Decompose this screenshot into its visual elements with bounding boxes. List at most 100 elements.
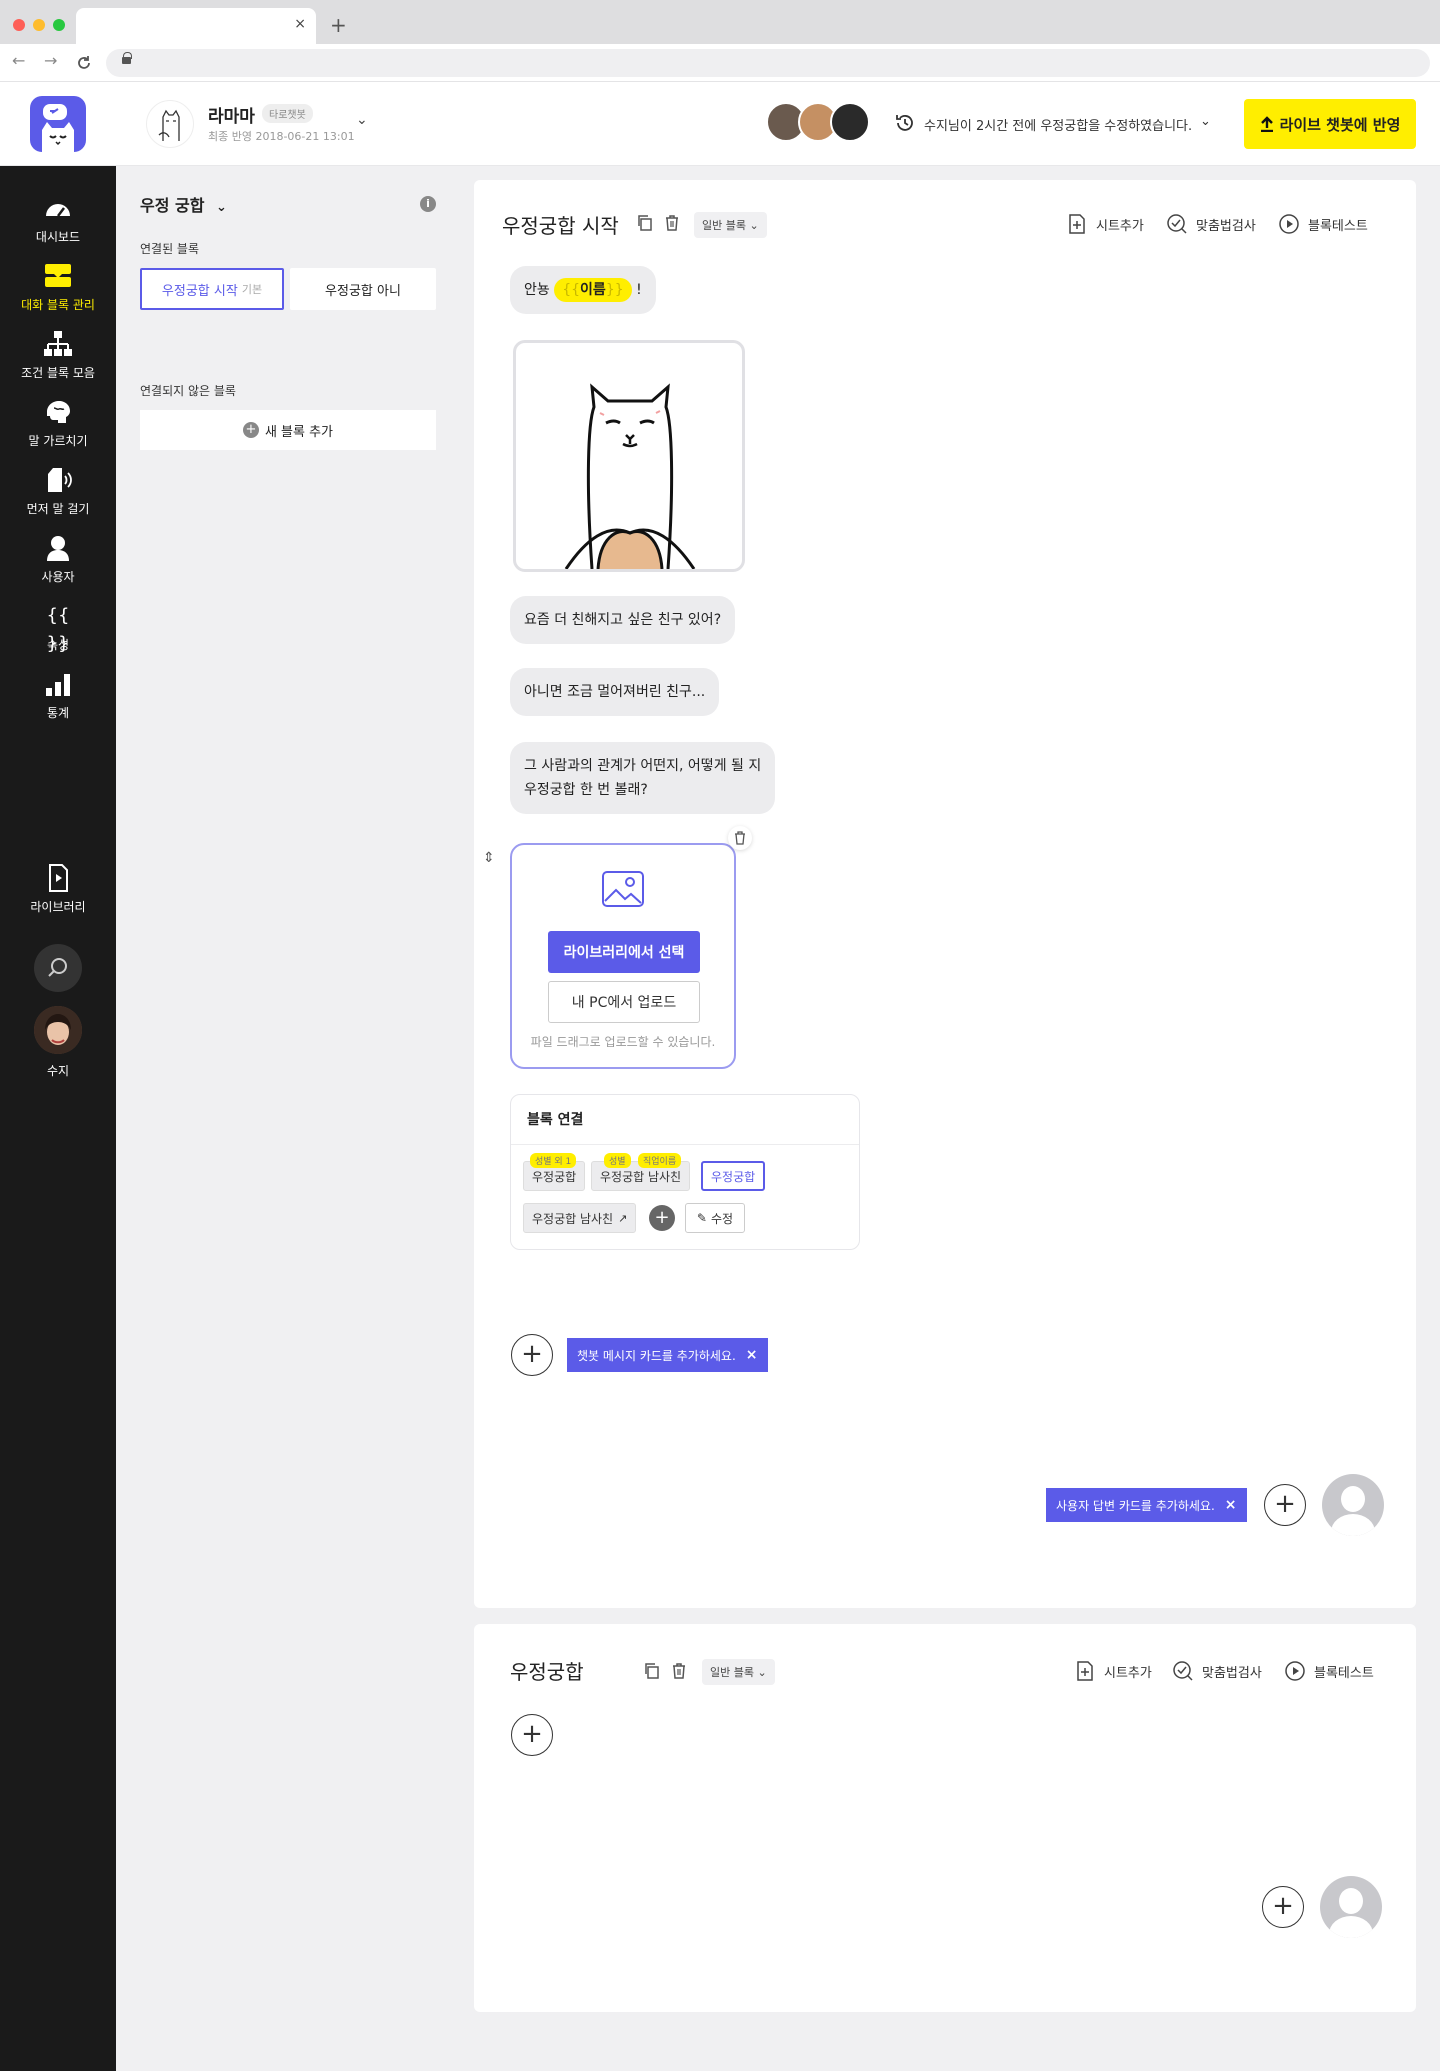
add-block-button[interactable]: + 새 블록 추가: [140, 410, 436, 450]
edit-links-button[interactable]: ✎ 수정: [685, 1203, 745, 1233]
message-bubble[interactable]: 요즘 더 친해지고 싶은 친구 있어?: [510, 596, 736, 644]
button-label: 수정: [710, 1211, 734, 1226]
message-bubble[interactable]: 그 사람과의 관계가 어떤지, 어떻게 될 지 우정궁합 한 번 볼래?: [510, 742, 776, 814]
block-link-card: 블록 연결 성별 외 1 우정궁합 성별 직업이름 우정궁합 남사친 우정궁합 …: [510, 1094, 860, 1250]
publish-live-button[interactable]: 라이브 챗봇에 반영: [1244, 99, 1416, 149]
play-icon: [1279, 214, 1299, 234]
button-label: 내 PC에서 업로드: [571, 995, 677, 1011]
add-bot-message-button[interactable]: +: [511, 1334, 553, 1376]
block-tile-no[interactable]: 우정궁합 아니: [290, 268, 436, 310]
app-logo[interactable]: [30, 96, 86, 152]
block-test-button[interactable]: 블록테스트: [1278, 213, 1368, 235]
nav-label: 조건 블록 모음: [21, 366, 95, 380]
info-icon[interactable]: i: [420, 196, 436, 212]
dashboard-icon: [46, 204, 70, 217]
var-brace: {{: [562, 282, 581, 298]
nav-block-manage[interactable]: 대화 블록 관리: [0, 262, 116, 313]
search-button[interactable]: [34, 944, 82, 992]
library-icon: [49, 864, 68, 892]
spellcheck-button[interactable]: 맞춤법검사: [1166, 213, 1256, 235]
chip-label: 우정궁합 남사친: [532, 1211, 614, 1226]
tool-label: 블록테스트: [1314, 1665, 1374, 1681]
nav-library[interactable]: 라이브러리: [0, 864, 116, 915]
new-tab-button[interactable]: +: [330, 13, 347, 37]
user-avatar[interactable]: [34, 1006, 82, 1054]
nav-label: 통계: [46, 706, 70, 720]
tree-icon: [44, 331, 72, 356]
forward-icon[interactable]: →: [44, 51, 57, 70]
browser-tab[interactable]: ×: [76, 8, 316, 44]
bot-avatar: [146, 100, 194, 148]
search-icon: [48, 958, 67, 977]
upload-arrow-icon: [1260, 116, 1273, 132]
trash-icon[interactable]: [663, 214, 681, 232]
image-message-card[interactable]: [513, 340, 745, 572]
add-bot-message-button[interactable]: +: [511, 1714, 553, 1756]
cat-logo-icon: [42, 104, 74, 152]
nav-attributes[interactable]: {{ }} 속성: [0, 602, 116, 654]
block-test-button[interactable]: 블록테스트: [1284, 1660, 1374, 1682]
avatar[interactable]: [830, 102, 870, 142]
nav-condition-blocks[interactable]: 조건 블록 모음: [0, 330, 116, 381]
history-chevron-icon[interactable]: ⌄: [1200, 114, 1211, 129]
unconnected-blocks-label: 연결되지 않은 블록: [140, 384, 236, 398]
add-sheet-icon: [1069, 214, 1085, 234]
delete-card-button[interactable]: [728, 826, 752, 850]
stats-icon: [46, 674, 70, 696]
linked-block-chip[interactable]: 성별 직업이름 우정궁합 남사친: [591, 1153, 691, 1191]
history-icon: [896, 115, 913, 131]
nav-speak-first[interactable]: 먼저 말 걸기: [0, 466, 116, 517]
nav-users[interactable]: 사용자: [0, 534, 116, 585]
message-bubble[interactable]: 아니면 조금 멀어져버린 친구...: [510, 668, 720, 716]
variable-chip[interactable]: {{이름}}: [554, 278, 632, 302]
bubble-text: 우정궁합 한 번 볼래?: [524, 782, 648, 798]
add-sheet-icon: [1077, 1661, 1093, 1681]
upload-from-pc-button[interactable]: 내 PC에서 업로드: [548, 981, 700, 1023]
add-sheet-button[interactable]: 시트추가: [1074, 1660, 1152, 1682]
user-placeholder-avatar: [1322, 1474, 1384, 1536]
block-type-dropdown[interactable]: 일반 블록 ⌄: [702, 1659, 775, 1685]
drag-handle-icon[interactable]: ⇕: [483, 850, 495, 866]
linked-block-chip[interactable]: 우정궁합: [701, 1161, 766, 1191]
address-bar[interactable]: [106, 49, 1430, 77]
reload-icon[interactable]: [76, 55, 92, 71]
collaborator-avatars[interactable]: [766, 102, 870, 142]
tool-label: 블록테스트: [1308, 218, 1368, 234]
add-bot-message-tooltip: 챗봇 메시지 카드를 추가하세요. ×: [567, 1338, 768, 1372]
add-sheet-button[interactable]: 시트추가: [1066, 213, 1144, 235]
add-user-reply-button[interactable]: +: [1264, 1484, 1306, 1526]
trash-icon[interactable]: [670, 1662, 688, 1680]
nav-stats[interactable]: 통계: [0, 670, 116, 721]
maximize-window-button[interactable]: [53, 19, 65, 31]
copy-icon[interactable]: [636, 214, 654, 232]
message-bubble[interactable]: 안뇽 {{이름}} !: [510, 266, 656, 314]
nav-dashboard[interactable]: 대시보드: [0, 194, 116, 245]
nav-teach[interactable]: 말 가르치기: [0, 398, 116, 449]
spellcheck-button[interactable]: 맞춤법검사: [1172, 1660, 1262, 1682]
nav-label: 사용자: [41, 570, 75, 584]
bot-switch-chevron-icon[interactable]: ⌄: [356, 112, 368, 128]
add-link-button[interactable]: +: [649, 1205, 675, 1231]
scenario-selector[interactable]: 우정 궁합 ⌄: [140, 192, 227, 216]
add-user-reply-button[interactable]: +: [1262, 1886, 1304, 1928]
close-icon[interactable]: ×: [746, 1347, 758, 1363]
last-deploy-date: 최종 반영 2018-06-21 13:01: [208, 130, 355, 143]
tab-close-icon[interactable]: ×: [294, 16, 306, 32]
minimize-window-button[interactable]: [33, 19, 45, 31]
back-icon[interactable]: ←: [12, 51, 25, 70]
block-tile-sub: 기본: [241, 283, 263, 296]
block-manage-icon: [45, 264, 71, 287]
image-upload-card[interactable]: 라이브러리에서 선택 내 PC에서 업로드 파일 드래그로 업로드할 수 있습니…: [510, 843, 736, 1069]
braces-icon: {{ }}: [46, 605, 70, 654]
linked-block-chip[interactable]: 성별 외 1 우정궁합: [523, 1153, 586, 1191]
linked-block-chip[interactable]: 우정궁합 남사친 ↗: [523, 1203, 637, 1233]
bubble-text: 안뇽: [524, 282, 550, 298]
close-window-button[interactable]: [13, 19, 25, 31]
close-icon[interactable]: ×: [1225, 1497, 1237, 1513]
cat-illustration: [564, 383, 696, 569]
select-from-library-button[interactable]: 라이브러리에서 선택: [548, 931, 700, 973]
block-tile-start[interactable]: 우정궁합 시작 기본: [140, 268, 284, 310]
copy-icon[interactable]: [643, 1662, 661, 1680]
add-block-label: 새 블록 추가: [264, 424, 334, 440]
block-type-dropdown[interactable]: 일반 블록 ⌄: [694, 212, 767, 238]
